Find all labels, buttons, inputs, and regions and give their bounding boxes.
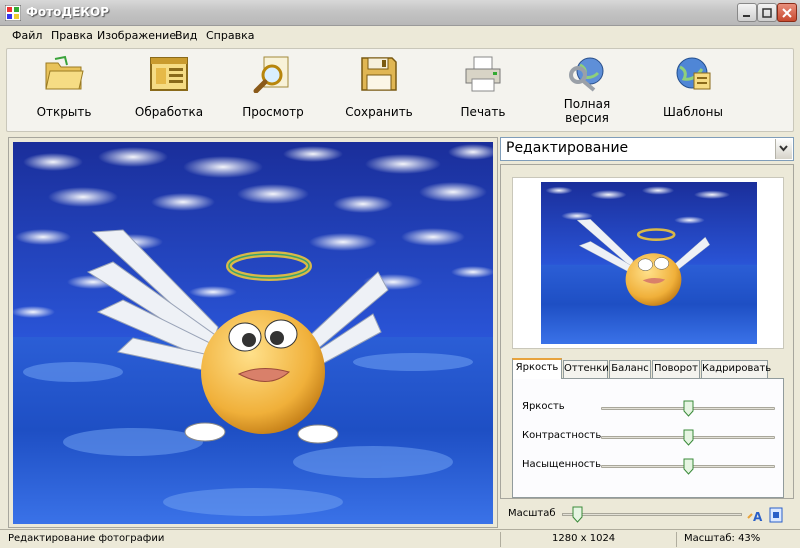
angel-emoticon-image (13, 142, 493, 524)
dropdown-arrow[interactable] (775, 139, 792, 159)
edit-panel: Яркость Оттенки Баланс Поворот Кадрирова… (500, 164, 794, 499)
full-version-button[interactable]: Полная версия (537, 55, 637, 129)
process-window-icon (150, 57, 188, 91)
saturation-slider[interactable] (601, 458, 775, 475)
actual-size-icon[interactable] (768, 506, 784, 524)
menu-edit[interactable]: Правка (51, 29, 93, 42)
status-bar: Редактирование фотографии 1280 x 1024 Ма… (0, 529, 800, 548)
maximize-icon (762, 8, 772, 18)
brightness-slider[interactable] (601, 400, 775, 417)
key-globe-icon (569, 57, 604, 92)
mode-dropdown[interactable]: Редактирование (500, 137, 794, 161)
printer-icon (465, 56, 501, 92)
status-separator (500, 532, 501, 547)
fit-to-window-icon[interactable]: A (747, 506, 765, 524)
status-separator (676, 532, 677, 547)
status-zoom: Масштаб: 43% (684, 533, 761, 544)
menu-help[interactable]: Справка (206, 29, 254, 42)
brightness-label: Яркость (522, 401, 565, 412)
save-label: Сохранить (345, 105, 413, 119)
preview-label: Просмотр (242, 105, 304, 119)
status-resolution: 1280 x 1024 (552, 533, 616, 544)
minimize-icon (743, 15, 750, 17)
tab-hues[interactable]: Оттенки (563, 360, 609, 378)
process-label: Обработка (134, 105, 204, 119)
svg-text:A: A (753, 510, 763, 524)
tab-brightness[interactable]: Яркость (512, 358, 562, 379)
menu-view[interactable]: Вид (175, 29, 197, 42)
minimize-button[interactable] (737, 3, 757, 22)
preview-thumbnail (541, 182, 757, 344)
menu-image[interactable]: Изображение (97, 29, 176, 42)
close-button[interactable] (777, 3, 797, 22)
close-icon (782, 8, 792, 18)
zoom-bar: Масштаб A (500, 501, 794, 527)
brightness-tab-panel: Яркость Контрастность Насыщенность (512, 378, 784, 498)
contrast-label: Контрастность (522, 430, 602, 441)
contrast-slider[interactable] (601, 429, 775, 446)
open-label: Открыть (36, 105, 92, 119)
open-folder-icon (45, 55, 84, 90)
full-version-label: Полная версия (563, 97, 611, 125)
floppy-disk-icon (361, 57, 397, 91)
contrast-slider-thumb[interactable] (683, 429, 694, 446)
angel-thumbnail-image (541, 182, 757, 344)
zoom-slider[interactable] (562, 506, 742, 523)
templates-label: Шаблоны (663, 105, 723, 119)
process-button[interactable]: Обработка (119, 55, 219, 129)
brightness-slider-thumb[interactable] (683, 400, 694, 417)
print-label: Печать (460, 105, 506, 119)
right-panel: Редактирование Яркость Оттенки Баланс По… (500, 137, 796, 528)
preview-frame (512, 177, 784, 349)
mode-dropdown-value: Редактирование (506, 140, 629, 156)
app-icon (5, 5, 21, 21)
menu-bar: Файл Правка Изображение Вид Справка (0, 26, 800, 46)
chevron-down-icon (779, 145, 788, 152)
contrast-slider-row: Контрастность (513, 427, 785, 447)
save-button[interactable]: Сохранить (329, 55, 429, 129)
zoom-label: Масштаб (508, 508, 556, 519)
status-mode: Редактирование фотографии (8, 533, 165, 544)
tab-crop[interactable]: Кадрировать (701, 360, 771, 378)
menu-file[interactable]: Файл (12, 29, 42, 42)
tab-balance[interactable]: Баланс (609, 360, 651, 378)
preview-button[interactable]: Просмотр (223, 55, 323, 129)
main-photo (13, 142, 493, 524)
saturation-slider-row: Насыщенность (513, 456, 785, 476)
saturation-slider-thumb[interactable] (683, 458, 694, 475)
magnifier-icon (253, 56, 289, 93)
print-button[interactable]: Печать (433, 55, 533, 129)
maximize-button[interactable] (757, 3, 777, 22)
saturation-label: Насыщенность (522, 459, 602, 470)
brightness-slider-row: Яркость (513, 398, 785, 418)
title-bar: ФотоДЕКОР (0, 0, 800, 26)
tab-rotate[interactable]: Поворот (652, 360, 700, 378)
window-title: ФотоДЕКОР (26, 5, 110, 19)
templates-button[interactable]: Шаблоны (643, 55, 743, 129)
templates-globe-icon (676, 57, 711, 90)
zoom-slider-thumb[interactable] (572, 506, 583, 523)
photo-canvas[interactable] (8, 137, 498, 528)
open-button[interactable]: Открыть (14, 55, 114, 129)
toolbar: Открыть Обработка Просмотр Сохранить Печ… (6, 48, 794, 132)
